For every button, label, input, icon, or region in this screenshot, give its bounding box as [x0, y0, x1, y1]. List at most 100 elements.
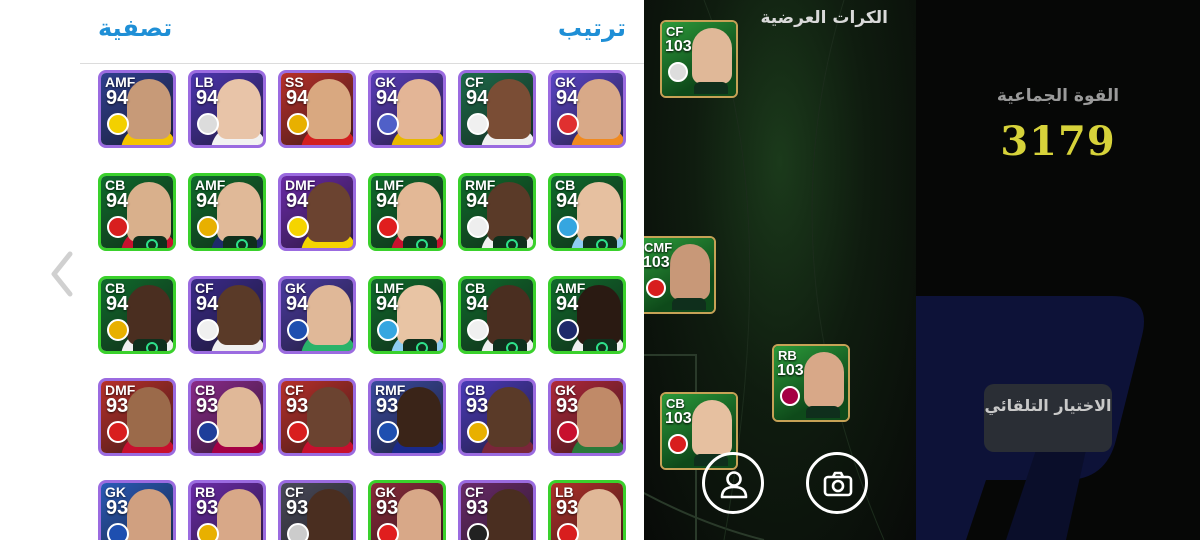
- chevron-left-icon[interactable]: [50, 250, 74, 298]
- club-emblem: [557, 319, 579, 341]
- player-portrait: [577, 182, 621, 242]
- player-rating: 94: [376, 87, 399, 109]
- player-card[interactable]: GK 93: [98, 480, 176, 540]
- field-player-card[interactable]: CF 103: [660, 20, 738, 98]
- club-emblem: [287, 113, 309, 135]
- player-card[interactable]: CB 94: [98, 173, 176, 251]
- player-portrait: [127, 182, 171, 242]
- player-card[interactable]: CF 94: [458, 70, 536, 148]
- player-rating: 93: [376, 497, 399, 519]
- player-portrait: [692, 28, 732, 84]
- player-card[interactable]: RMF 94: [458, 173, 536, 251]
- club-emblem: [287, 421, 309, 443]
- club-emblem: [557, 523, 579, 540]
- player-portrait: [127, 489, 171, 540]
- field-player-card[interactable]: CMF 103: [644, 236, 716, 314]
- player-rating: 94: [286, 190, 309, 212]
- player-card[interactable]: SS 94: [278, 70, 356, 148]
- player-grid: AMF 94 LB 94 SS 94 GK 94 CF 94 GK 94 CB 94 AMF 94 DMF 94 L…: [80, 70, 644, 540]
- camera-button[interactable]: [806, 452, 868, 514]
- left-gutter: [0, 0, 80, 540]
- club-emblem: [646, 278, 666, 298]
- player-rating: 93: [286, 395, 309, 417]
- club-emblem: [287, 216, 309, 238]
- club-emblem: [467, 421, 489, 443]
- profile-button[interactable]: [702, 452, 764, 514]
- player-rating: 103: [644, 254, 670, 271]
- player-portrait: [127, 285, 171, 345]
- player-rating: 94: [106, 87, 129, 109]
- club-emblem: [377, 319, 399, 341]
- club-emblem: [197, 319, 219, 341]
- player-portrait: [217, 79, 261, 139]
- player-card[interactable]: CB 93: [458, 378, 536, 456]
- player-rating: 94: [286, 293, 309, 315]
- player-position: CF: [666, 24, 684, 39]
- club-emblem: [377, 113, 399, 135]
- player-rating: 94: [196, 87, 219, 109]
- club-emblem: [467, 216, 489, 238]
- skill-indicator: [583, 236, 617, 248]
- player-portrait: [692, 400, 732, 456]
- player-rating: 94: [556, 87, 579, 109]
- player-card[interactable]: GK 93: [548, 378, 626, 456]
- field-player-card[interactable]: RB 103: [772, 344, 850, 422]
- player-rating: 94: [376, 293, 399, 315]
- sort-button[interactable]: ترتيب: [558, 14, 626, 42]
- player-card[interactable]: GK 94: [278, 276, 356, 354]
- player-card[interactable]: CF 94: [188, 276, 266, 354]
- player-rating: 93: [556, 497, 579, 519]
- player-card[interactable]: LMF 94: [368, 173, 446, 251]
- skill-indicator: [806, 406, 840, 418]
- player-rating: 94: [466, 87, 489, 109]
- player-card[interactable]: AMF 94: [548, 276, 626, 354]
- player-card[interactable]: CB 94: [98, 276, 176, 354]
- club-emblem: [780, 386, 800, 406]
- player-card[interactable]: CB 93: [188, 378, 266, 456]
- player-card[interactable]: DMF 94: [278, 173, 356, 251]
- player-card[interactable]: RB 93: [188, 480, 266, 540]
- club-emblem: [107, 216, 129, 238]
- player-card[interactable]: GK 94: [548, 70, 626, 148]
- auto-select-button[interactable]: الاختيار التلقائي: [984, 384, 1112, 452]
- player-rating: 93: [466, 497, 489, 519]
- player-portrait: [307, 285, 351, 345]
- player-card[interactable]: AMF 94: [98, 70, 176, 148]
- skill-indicator: [403, 339, 437, 351]
- player-portrait: [397, 79, 441, 139]
- player-rating: 93: [196, 497, 219, 519]
- filter-button[interactable]: تصفية: [98, 14, 172, 42]
- player-portrait: [487, 387, 531, 447]
- player-card[interactable]: LMF 94: [368, 276, 446, 354]
- player-rating: 94: [286, 87, 309, 109]
- club-emblem: [557, 216, 579, 238]
- player-portrait: [217, 387, 261, 447]
- player-card[interactable]: GK 94: [368, 70, 446, 148]
- club-emblem: [197, 523, 219, 540]
- player-card[interactable]: DMF 93: [98, 378, 176, 456]
- skill-indicator: [133, 236, 167, 248]
- player-card[interactable]: GK 93: [368, 480, 446, 540]
- player-list-panel: تصفية ترتيب AMF 94 LB 94 SS 94 GK 94 CF 94 GK 94 CB 9…: [80, 0, 644, 540]
- player-card[interactable]: CF 93: [278, 378, 356, 456]
- player-card[interactable]: CF 93: [458, 480, 536, 540]
- player-card[interactable]: RMF 93: [368, 378, 446, 456]
- player-card[interactable]: AMF 94: [188, 173, 266, 251]
- player-portrait: [487, 489, 531, 540]
- player-rating: 94: [196, 190, 219, 212]
- player-portrait: [670, 244, 710, 300]
- player-card[interactable]: CF 93: [278, 480, 356, 540]
- player-card[interactable]: CB 94: [458, 276, 536, 354]
- player-card[interactable]: LB 94: [188, 70, 266, 148]
- profile-icon: [720, 471, 748, 499]
- player-card[interactable]: LB 93: [548, 480, 626, 540]
- player-portrait: [577, 489, 621, 540]
- background-logo-shape: [916, 296, 1144, 540]
- player-rating: 93: [466, 395, 489, 417]
- player-portrait: [804, 352, 844, 408]
- player-card[interactable]: CB 94: [548, 173, 626, 251]
- player-rating: 93: [286, 497, 309, 519]
- club-emblem: [557, 421, 579, 443]
- club-emblem: [107, 523, 129, 540]
- club-emblem: [107, 319, 129, 341]
